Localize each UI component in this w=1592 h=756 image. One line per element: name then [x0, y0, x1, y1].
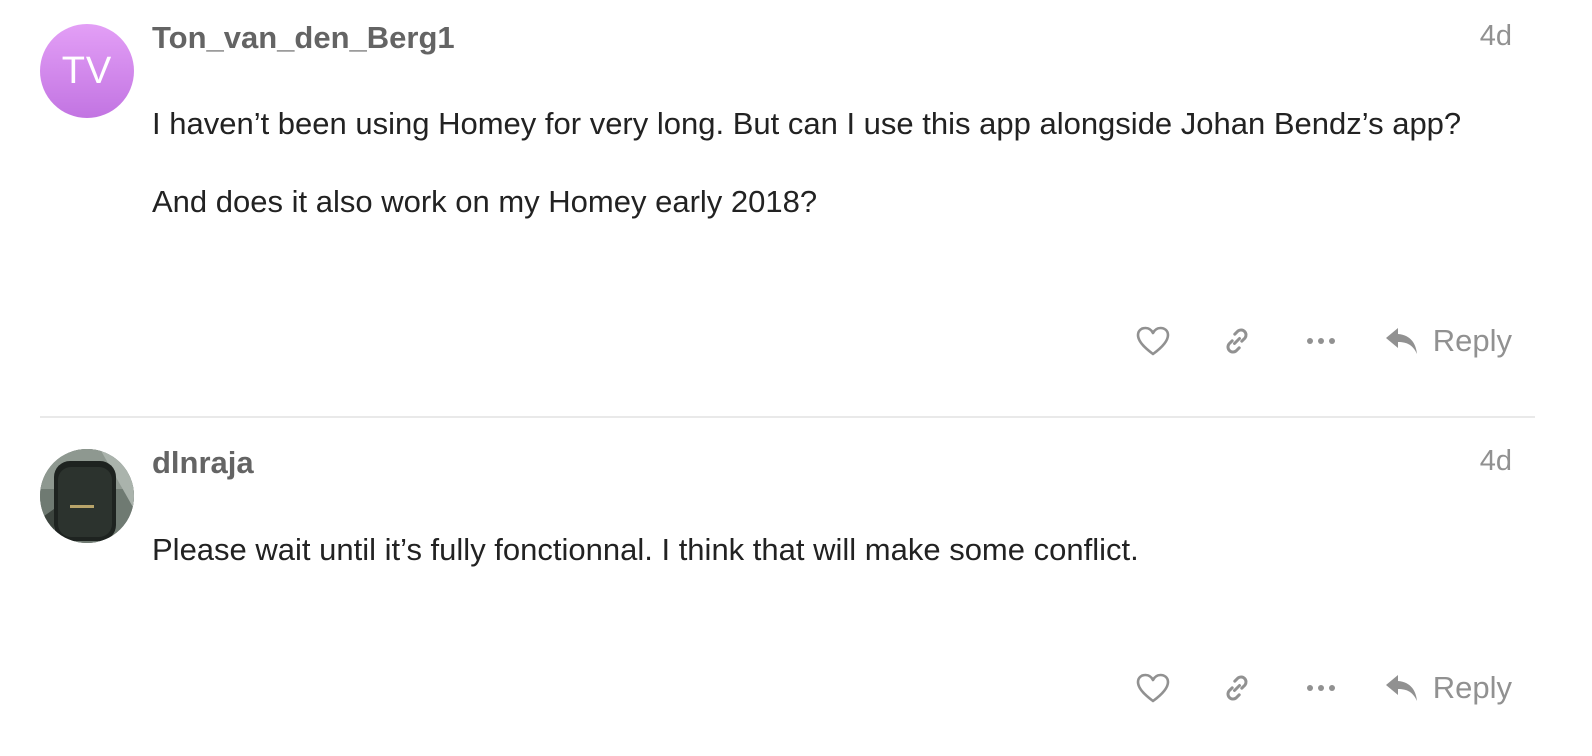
post: dlnraja 4d Please wait until it’s fully … [0, 418, 1592, 756]
reply-button[interactable]: Reply [1385, 323, 1512, 359]
post: TV Ton_van_den_Berg1 4d I haven’t been u… [0, 0, 1592, 418]
link-icon[interactable] [1217, 668, 1257, 708]
reply-label: Reply [1432, 670, 1512, 705]
avatar-photo [40, 449, 134, 543]
post-actions: Reply [1133, 316, 1512, 366]
post-actions: Reply [1133, 663, 1512, 713]
post-body: I haven’t been using Homey for very long… [152, 106, 1461, 262]
avatar-initials: TV [61, 49, 113, 92]
link-icon[interactable] [1217, 321, 1257, 361]
reply-label: Reply [1432, 323, 1512, 358]
post-body: Please wait until it’s fully fonctionnal… [152, 532, 1139, 610]
heart-icon[interactable] [1133, 668, 1173, 708]
post-paragraph: And does it also work on my Homey early … [152, 184, 818, 219]
post-date[interactable]: 4d [1480, 20, 1512, 53]
avatar[interactable]: TV [40, 24, 134, 118]
reply-button[interactable]: Reply [1385, 670, 1512, 706]
ellipsis-icon[interactable] [1301, 668, 1341, 708]
username[interactable]: dlnraja [152, 445, 254, 481]
post-date[interactable]: 4d [1480, 445, 1512, 478]
ellipsis-icon[interactable] [1301, 321, 1341, 361]
heart-icon[interactable] [1133, 321, 1173, 361]
reply-icon [1385, 670, 1421, 706]
post-paragraph: I haven’t been using Homey for very long… [152, 106, 1462, 141]
post-paragraph: Please wait until it’s fully fonctionnal… [152, 532, 1139, 567]
username[interactable]: Ton_van_den_Berg1 [152, 20, 455, 56]
avatar[interactable] [40, 449, 134, 543]
reply-icon [1385, 323, 1421, 359]
